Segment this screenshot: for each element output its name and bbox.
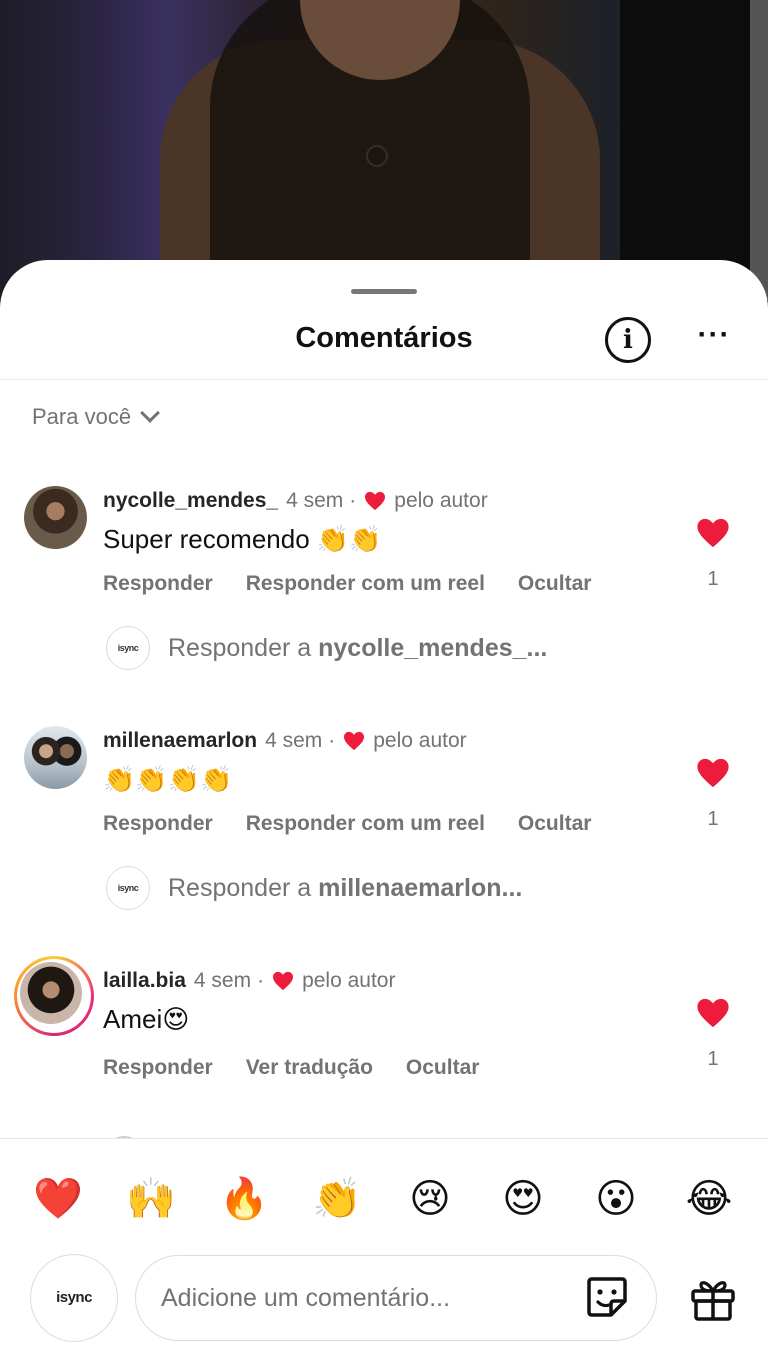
separator: · xyxy=(257,969,265,992)
comment-username[interactable]: nycolle_mendes_ xyxy=(103,489,278,513)
sheet-title: Comentários xyxy=(295,322,473,354)
comment-meta: lailla.bia 4 sem · pelo autor xyxy=(103,969,395,993)
chevron-down-icon xyxy=(140,403,160,423)
reaction-raised-hands-emoji[interactable]: 🙌 xyxy=(125,1173,177,1225)
reply-prompt-text: Responder a xyxy=(168,873,319,902)
hide-button[interactable]: Ocultar xyxy=(518,812,592,836)
comment-username[interactable]: millenaemarlon xyxy=(103,729,257,753)
reply-with-reel-button[interactable]: Responder com um reel xyxy=(246,572,485,596)
hide-button[interactable]: Ocultar xyxy=(518,572,592,596)
quick-reactions-bar: ❤️ 🙌 🔥 👏 😢 😍 😮 😂 xyxy=(0,1173,768,1223)
like-heart-icon[interactable] xyxy=(696,517,730,549)
video-shirt-button xyxy=(366,145,388,167)
reaction-surprised-emoji[interactable]: 😮 xyxy=(590,1173,642,1225)
reply-prompt-username: nycolle_mendes_... xyxy=(318,633,548,662)
current-user-avatar[interactable]: isync xyxy=(30,1254,118,1342)
reply-prompt-username: millenaemarlon... xyxy=(318,873,523,902)
comment-actions: Responder Responder com um reel Ocultar xyxy=(103,572,591,596)
comment-actions: Responder Ver tradução Ocultar xyxy=(103,1056,479,1080)
story-ring[interactable] xyxy=(14,956,94,1036)
comment-item: millenaemarlon 4 sem · pelo autor 👏👏👏👏 R… xyxy=(0,726,768,946)
video-background xyxy=(0,0,768,300)
reaction-heart-eyes-emoji[interactable]: 😍 xyxy=(497,1173,549,1225)
comment-text: 👏👏👏👏 xyxy=(103,764,233,794)
input-row: isync xyxy=(0,1254,768,1344)
heart-icon xyxy=(273,971,294,991)
sheet-header: Comentários i ··· xyxy=(0,310,768,380)
avatar[interactable] xyxy=(24,486,87,549)
video-door-light xyxy=(750,0,768,300)
comment-composer: ❤️ 🙌 🔥 👏 😢 😍 😮 😂 isync xyxy=(0,1138,768,1365)
separator: · xyxy=(349,489,357,512)
comment-time: 4 sem xyxy=(265,729,323,752)
reply-prompt[interactable]: Responder a millenaemarlon... xyxy=(168,874,522,903)
reaction-heart-emoji[interactable]: ❤️ xyxy=(32,1173,84,1225)
drag-handle[interactable] xyxy=(351,289,417,294)
comment-text: Super recomendo 👏👏 xyxy=(103,524,382,554)
comment-item: nycolle_mendes_ 4 sem · pelo autor Super… xyxy=(0,486,768,706)
filter-label: Para você xyxy=(32,404,132,429)
liked-by-author-label: pelo autor xyxy=(302,969,396,992)
reply-button[interactable]: Responder xyxy=(103,812,213,836)
gift-icon[interactable] xyxy=(690,1277,736,1321)
comment-meta: nycolle_mendes_ 4 sem · pelo autor xyxy=(103,489,488,513)
separator: · xyxy=(328,729,336,752)
comment-time: 4 sem xyxy=(193,969,252,992)
hide-button[interactable]: Ocultar xyxy=(406,1056,480,1080)
liked-by-author-label: pelo autor xyxy=(373,729,467,752)
avatar[interactable] xyxy=(24,726,87,789)
like-heart-icon[interactable] xyxy=(696,997,730,1029)
reply-avatar: isync xyxy=(106,866,150,910)
like-count: 1 xyxy=(707,1048,719,1070)
avatar[interactable] xyxy=(20,962,82,1024)
comment-time: 4 sem xyxy=(286,489,344,512)
reply-prompt-text: Responder a xyxy=(168,633,319,662)
see-translation-button[interactable]: Ver tradução xyxy=(246,1056,373,1080)
reply-with-reel-button[interactable]: Responder com um reel xyxy=(246,812,485,836)
reply-button[interactable]: Responder xyxy=(103,1056,213,1080)
reply-prompt-row[interactable]: isync Responder a nycolle_mendes_... xyxy=(106,626,547,670)
like-heart-icon[interactable] xyxy=(696,757,730,789)
reply-avatar: isync xyxy=(106,626,150,670)
reaction-fire-emoji[interactable]: 🔥 xyxy=(218,1173,270,1225)
liked-by-author-label: pelo autor xyxy=(394,489,488,512)
reply-prompt-row[interactable]: isync Responder a millenaemarlon... xyxy=(106,866,522,910)
reaction-crying-emoji[interactable]: 😢 xyxy=(404,1173,456,1225)
more-horizontal-icon[interactable]: ··· xyxy=(694,320,734,356)
comment-text: Amei😍 xyxy=(103,1004,190,1034)
sort-filter-dropdown[interactable]: Para você xyxy=(32,403,160,430)
sticker-icon[interactable] xyxy=(584,1274,630,1320)
reaction-laughing-emoji[interactable]: 😂 xyxy=(683,1173,735,1225)
like-count: 1 xyxy=(707,568,719,590)
comment-meta: millenaemarlon 4 sem · pelo autor xyxy=(103,729,467,753)
like-count: 1 xyxy=(707,808,719,830)
heart-icon xyxy=(365,491,386,511)
comment-input[interactable] xyxy=(135,1255,657,1341)
reply-prompt[interactable]: Responder a nycolle_mendes_... xyxy=(168,634,547,663)
reply-button[interactable]: Responder xyxy=(103,572,213,596)
comment-username[interactable]: lailla.bia xyxy=(103,969,186,993)
comment-actions: Responder Responder com um reel Ocultar xyxy=(103,812,591,836)
video-door xyxy=(620,0,750,300)
heart-icon xyxy=(344,731,365,751)
info-icon[interactable]: i xyxy=(605,317,651,363)
reaction-clap-emoji[interactable]: 👏 xyxy=(311,1173,363,1225)
